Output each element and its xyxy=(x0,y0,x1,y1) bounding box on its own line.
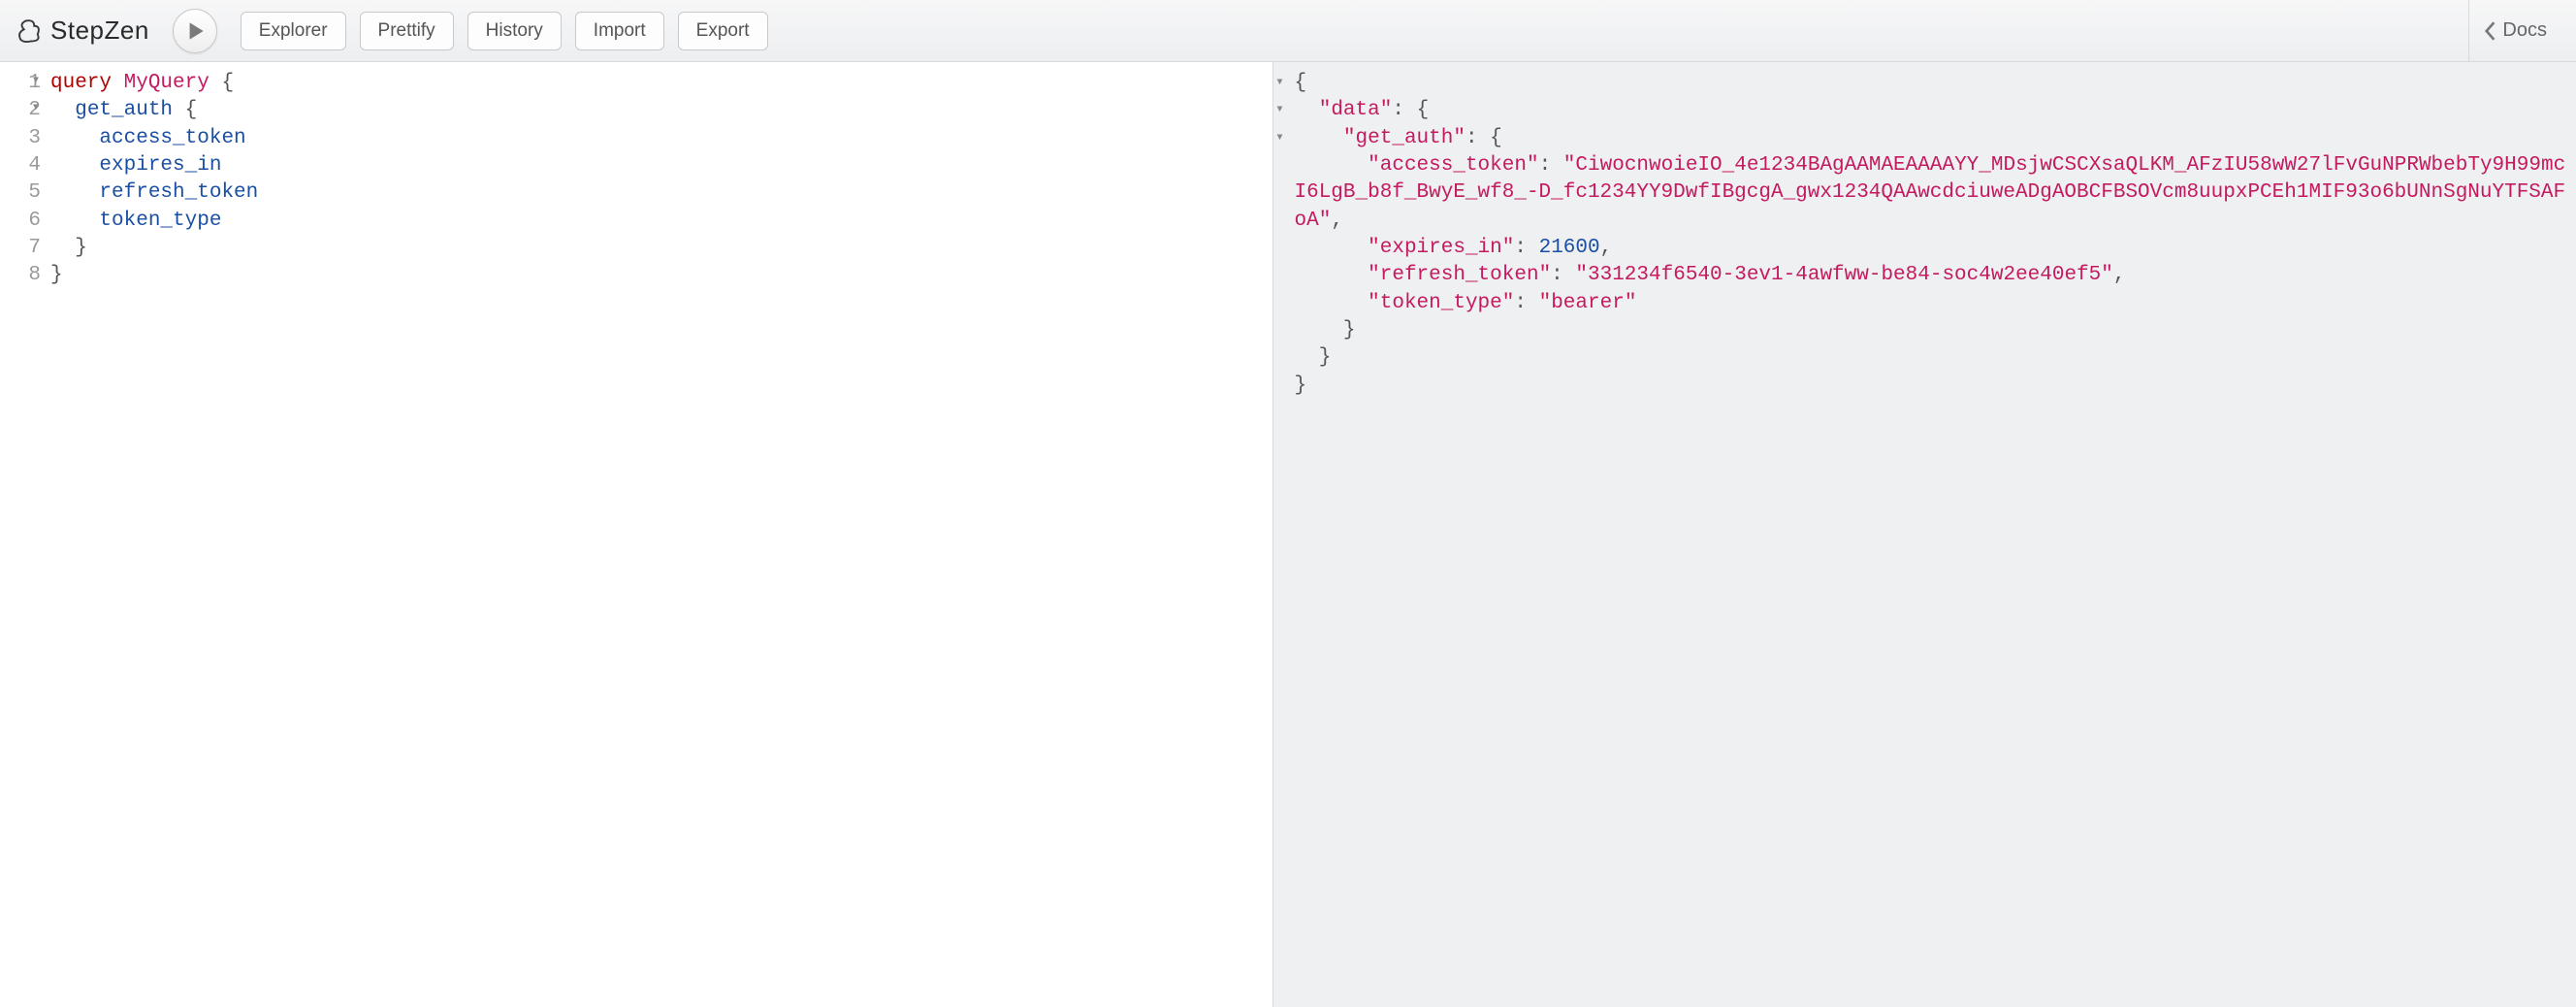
brand-logo: StepZen xyxy=(16,16,149,46)
result-json: { "data": { "get_auth": { "access_token"… xyxy=(1295,70,2567,400)
docs-label: Docs xyxy=(2502,19,2547,42)
top-toolbar: StepZen Explorer Prettify History Import… xyxy=(0,0,2576,62)
history-button[interactable]: History xyxy=(467,12,562,50)
result-viewer[interactable]: ▼▼▼ { "data": { "get_auth": { "access_to… xyxy=(1273,62,2576,1007)
explorer-button[interactable]: Explorer xyxy=(241,12,346,50)
docs-toggle[interactable]: Docs xyxy=(2468,0,2560,61)
export-button[interactable]: Export xyxy=(678,12,768,50)
import-button[interactable]: Import xyxy=(575,12,664,50)
query-code[interactable]: query MyQuery { get_auth { access_token … xyxy=(47,62,1272,1007)
play-icon xyxy=(182,18,208,44)
fold-marker-icon[interactable]: ▼ xyxy=(33,102,39,115)
fold-marker-icon[interactable]: ▼ xyxy=(33,75,39,88)
execute-button[interactable] xyxy=(173,9,217,53)
brand-name: StepZen xyxy=(50,16,149,46)
result-fold-gutter: ▼▼▼ xyxy=(1277,70,1283,152)
chevron-left-icon xyxy=(2483,20,2496,42)
query-editor[interactable]: 1▼ 2▼ 3 4 5 6 7 8 query MyQuery { get_au… xyxy=(0,62,1273,1007)
stepzen-icon xyxy=(16,17,43,45)
workspace: 1▼ 2▼ 3 4 5 6 7 8 query MyQuery { get_au… xyxy=(0,62,2576,1007)
prettify-button[interactable]: Prettify xyxy=(360,12,454,50)
line-number-gutter: 1▼ 2▼ 3 4 5 6 7 8 xyxy=(0,62,47,1007)
